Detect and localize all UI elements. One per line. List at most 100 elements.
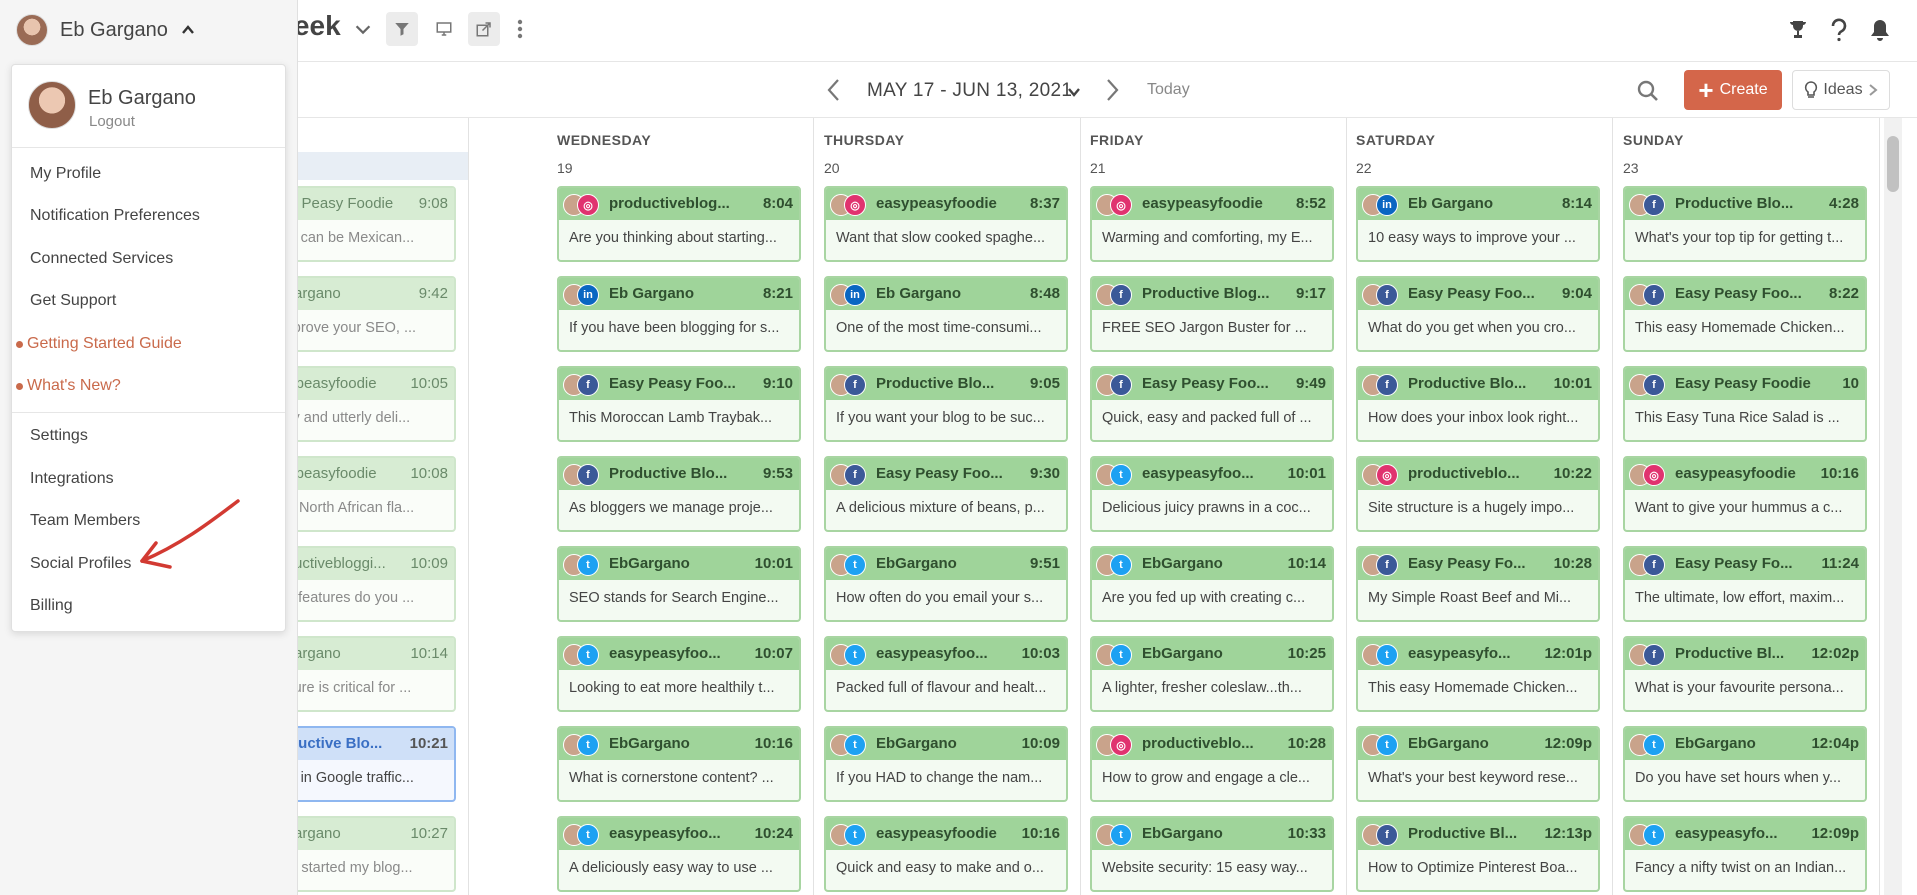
user-menu-toggle[interactable]: Eb Gargano — [16, 14, 196, 46]
notifications-button[interactable] — [1866, 16, 1894, 44]
date-range-picker[interactable]: MAY 17 - JUN 13, 2021 — [867, 80, 1072, 102]
post-card[interactable]: in Eb Gargano 8:48 One of the most time-con… — [824, 276, 1068, 352]
tw-network-icon: t — [1110, 464, 1132, 486]
post-card[interactable]: ◎ easypeasyfoodie 10:16 Want to give your h… — [1623, 456, 1867, 532]
post-card[interactable]: f Productive Bl... 12:02p What is your favo… — [1623, 636, 1867, 712]
post-card[interactable]: f Easy Peasy Foodie 10 This Easy Tuna Rice … — [1623, 366, 1867, 442]
more-options-button[interactable] — [504, 12, 536, 46]
scrollbar-thumb[interactable] — [1887, 136, 1899, 192]
menu-item-connected-services[interactable]: Connected Services — [30, 250, 173, 268]
menu-item-whats-new[interactable]: What's New? — [27, 377, 121, 395]
post-time: 10:16 — [1820, 465, 1859, 482]
li-network-icon: in — [1376, 194, 1398, 216]
profile-avatars: f — [830, 374, 874, 396]
post-card[interactable]: f Easy Peasy Foo... 9:10 This Moroccan Lamb… — [557, 366, 801, 442]
filter-button[interactable] — [386, 12, 418, 46]
post-preview-text: Want to give your hummus a c... — [1635, 500, 1843, 516]
tw-network-icon: t — [577, 824, 599, 846]
post-card[interactable]: ◎ easypeasyfoodie 8:37 Want that slow cooke… — [824, 186, 1068, 262]
post-card[interactable]: t EbGargano 12:04p Do you have set hours wh… — [1623, 726, 1867, 802]
post-card[interactable]: t EbGargano 10:16 What is cornerstone conte… — [557, 726, 801, 802]
post-card[interactable]: t EbGargano 9:51 How often do you email you… — [824, 546, 1068, 622]
menu-item-notification-preferences[interactable]: Notification Preferences — [30, 207, 200, 225]
today-button[interactable]: Today — [1147, 81, 1190, 99]
post-card[interactable]: f Easy Peasy Foo... 9:04 What do you get wh… — [1356, 276, 1600, 352]
post-card[interactable]: t EbGargano 10:25 A lighter, fresher colesl… — [1090, 636, 1334, 712]
post-time: 10:27 — [410, 825, 448, 842]
post-card[interactable]: t easypeasyfoo... 10:01 Delicious juicy pra… — [1090, 456, 1334, 532]
post-card[interactable]: f Productive Blog... 9:17 FREE SEO Jargon B… — [1090, 276, 1334, 352]
share-button[interactable] — [468, 12, 500, 46]
li-network-icon: in — [577, 284, 599, 306]
post-card[interactable]: ◎ productiveblo... 10:22 Site structure is … — [1356, 456, 1600, 532]
create-button[interactable]: + Create — [1684, 70, 1782, 110]
previous-arrow-icon[interactable] — [822, 76, 846, 104]
post-account-name: Productive Bl... — [1675, 645, 1785, 662]
post-card[interactable]: in Eb Gargano 8:14 10 easy ways to improve … — [1356, 186, 1600, 262]
help-button[interactable] — [1825, 16, 1853, 44]
post-card[interactable]: t EbGargano 10:14 Are you fed up with creat… — [1090, 546, 1334, 622]
profile-avatars: f — [1629, 644, 1673, 666]
post-account-name: easypeasyfoodie — [1675, 465, 1796, 482]
app-root: Week MAY 17 - JUN 13, 2021 Today + Creat… — [0, 0, 1917, 895]
logout-link[interactable]: Logout — [89, 113, 135, 130]
post-card[interactable]: f Easy Peasy Foo... 9:30 A delicious mixtur… — [824, 456, 1068, 532]
post-card[interactable]: t easypeasyfoo... 10:03 Packed full of flav… — [824, 636, 1068, 712]
post-account-name: Productive Blo... — [1408, 375, 1527, 392]
post-time: 10:24 — [754, 825, 793, 842]
post-card[interactable]: t EbGargano 10:33 Website security: 15 easy… — [1090, 816, 1334, 892]
post-card[interactable]: t EbGargano 10:09 If you HAD to change the … — [824, 726, 1068, 802]
menu-item-get-support[interactable]: Get Support — [30, 292, 116, 310]
post-card[interactable]: t easypeasyfoodie 10:16 Quick and easy to m… — [824, 816, 1068, 892]
tw-network-icon: t — [844, 644, 866, 666]
post-card[interactable]: f Productive Blo... 9:53 As bloggers we man… — [557, 456, 801, 532]
post-card[interactable]: t easypeasyfo... 12:01p This easy Homemade … — [1356, 636, 1600, 712]
chevron-down-icon[interactable] — [352, 18, 374, 40]
post-card[interactable]: t easypeasyfoo... 10:07 Looking to eat more… — [557, 636, 801, 712]
post-card[interactable]: f Easy Peasy Foo... 8:22 This easy Homemade… — [1623, 276, 1867, 352]
menu-item-team-members[interactable]: Team Members — [30, 512, 140, 530]
vertical-scrollbar[interactable] — [1884, 118, 1902, 895]
menu-item-my-profile[interactable]: My Profile — [30, 165, 101, 183]
post-card[interactable]: f Easy Peasy Fo... 11:24 The ultimate, low … — [1623, 546, 1867, 622]
post-card[interactable]: ◎ easypeasyfoodie 8:52 Warming and comforti… — [1090, 186, 1334, 262]
post-time: 9:17 — [1295, 285, 1326, 302]
post-card[interactable]: ◎ productiveblo... 10:28 How to grow and en… — [1090, 726, 1334, 802]
post-card[interactable]: t EbGargano 10:01 SEO stands for Search Eng… — [557, 546, 801, 622]
post-time: 12:04p — [1811, 735, 1859, 752]
menu-item-social-profiles[interactable]: Social Profiles — [30, 555, 131, 573]
post-card[interactable]: t easypeasyfo... 12:09p Fancy a nifty twist… — [1623, 816, 1867, 892]
post-card[interactable]: f Productive Blo... 4:28 What's your top ti… — [1623, 186, 1867, 262]
post-preview-text: If you HAD to change the nam... — [836, 770, 1043, 786]
ideas-button[interactable]: Ideas — [1792, 70, 1890, 110]
post-card[interactable]: t easypeasyfoo... 10:24 A deliciously easy … — [557, 816, 801, 892]
post-account-name: EbGargano — [876, 735, 957, 752]
achievements-button[interactable] — [1784, 16, 1812, 44]
post-account-name: easypeasyfoodie — [876, 825, 997, 842]
fb-network-icon: f — [1376, 374, 1398, 396]
post-card[interactable]: t EbGargano 12:09p What's your best keyword… — [1356, 726, 1600, 802]
post-time: 10:09 — [1021, 735, 1060, 752]
post-preview-text: This Easy Tuna Rice Salad is ... — [1635, 410, 1840, 426]
chevron-down-icon[interactable] — [1066, 84, 1082, 100]
fb-network-icon: f — [1643, 194, 1665, 216]
next-arrow-icon[interactable] — [1100, 76, 1124, 104]
post-preview-text: Looking to eat more healthily t... — [569, 680, 775, 696]
menu-item-billing[interactable]: Billing — [30, 597, 73, 615]
post-card[interactable]: ◎ productiveblog... 8:04 Are you thinking a… — [557, 186, 801, 262]
post-card[interactable]: f Easy Peasy Fo... 10:28 My Simple Roast Be… — [1356, 546, 1600, 622]
post-card[interactable]: f Easy Peasy Foo... 9:49 Quick, easy and pa… — [1090, 366, 1334, 442]
post-card[interactable]: f Productive Blo... 10:01 How does your inb… — [1356, 366, 1600, 442]
display-button[interactable] — [428, 12, 460, 46]
menu-item-settings[interactable]: Settings — [30, 427, 88, 445]
post-card[interactable]: f Productive Bl... 12:13p How to Optimize P… — [1356, 816, 1600, 892]
post-preview-text: If you have been blogging for s... — [569, 320, 780, 336]
post-time: 10:21 — [409, 735, 448, 752]
post-card[interactable]: f Productive Blo... 9:05 If you want your b… — [824, 366, 1068, 442]
account-sidebar: Eb Gargano Eb Gargano Logout My Profile … — [0, 0, 298, 895]
menu-item-integrations[interactable]: Integrations — [30, 470, 114, 488]
menu-item-getting-started-guide[interactable]: Getting Started Guide — [27, 335, 182, 353]
profile-avatars: t — [1362, 734, 1406, 756]
post-card[interactable]: in Eb Gargano 8:21 If you have been bloggin… — [557, 276, 801, 352]
search-icon[interactable] — [1636, 79, 1660, 103]
